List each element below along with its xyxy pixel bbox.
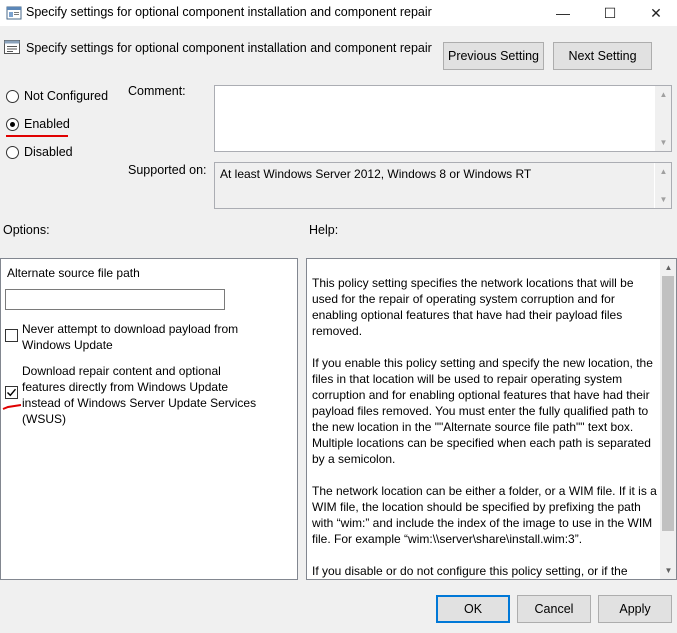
download-wu-checkbox[interactable] [5,386,18,399]
supported-on-box: At least Windows Server 2012, Windows 8 … [214,162,672,209]
policy-window-icon [6,6,22,20]
radio-label-disabled: Disabled [24,145,73,159]
alternate-source-input[interactable] [5,289,225,310]
minimize-button[interactable]: — [540,0,586,26]
help-text: This policy setting specifies the networ… [312,275,657,579]
setting-icon [4,40,20,54]
help-paragraph: If you disable or do not configure this … [312,564,628,578]
never-download-label: Never attempt to download payload from W… [22,322,239,352]
alternate-source-value [6,290,224,294]
help-paragraph: If you enable this policy setting and sp… [312,356,653,466]
radio-enabled[interactable]: Enabled [6,117,70,131]
radio-not-configured[interactable]: Not Configured [6,89,108,103]
cancel-button[interactable]: Cancel [517,595,591,623]
supported-scrollbar[interactable]: ▲ ▼ [654,163,671,208]
radio-label-enabled: Enabled [24,117,70,131]
red-annotation-mark [2,404,22,410]
options-label: Options: [3,223,50,237]
supported-on-label: Supported on: [128,163,207,177]
never-download-option[interactable]: Never attempt to download payload from W… [5,321,262,353]
help-scrollbar[interactable]: ▲ ▼ [659,259,676,579]
scroll-down-arrow-icon[interactable]: ▼ [655,134,672,151]
supported-on-value: At least Windows Server 2012, Windows 8 … [220,167,532,181]
never-download-checkbox[interactable] [5,329,18,342]
comment-scrollbar[interactable]: ▲ ▼ [654,86,671,151]
red-annotation-underline [6,135,68,137]
title-bar: Specify settings for optional component … [0,0,677,26]
previous-setting-button[interactable]: Previous Setting [443,42,544,70]
radio-circle[interactable] [6,145,19,159]
radio-circle-selected[interactable] [6,117,19,131]
help-paragraph: This policy setting specifies the networ… [312,276,634,338]
radio-disabled[interactable]: Disabled [6,145,73,159]
ok-button[interactable]: OK [436,595,510,623]
help-paragraph: The network location can be either a fol… [312,484,657,546]
comment-label: Comment: [128,84,186,98]
scroll-down-arrow-icon[interactable]: ▼ [660,562,676,579]
scroll-thumb[interactable] [662,276,674,531]
scroll-up-arrow-icon[interactable]: ▲ [660,259,676,276]
scroll-up-arrow-icon[interactable]: ▲ [655,163,672,180]
comment-textarea[interactable]: ▲ ▼ [214,85,672,152]
scroll-down-arrow-icon[interactable]: ▼ [655,191,672,208]
apply-button[interactable]: Apply [598,595,672,623]
download-wu-label: Download repair content and optional fea… [22,364,257,426]
scroll-up-arrow-icon[interactable]: ▲ [655,86,672,103]
help-panel: This policy setting specifies the networ… [306,258,677,580]
alternate-source-label: Alternate source file path [7,266,140,280]
radio-label-not-configured: Not Configured [24,89,109,103]
help-label: Help: [309,223,339,237]
options-panel: Alternate source file path Never attempt… [0,258,298,580]
maximize-button[interactable]: ☐ [587,0,633,26]
radio-circle[interactable] [6,89,19,103]
comment-value [215,86,671,92]
checkmark-icon [7,388,17,397]
next-setting-button[interactable]: Next Setting [553,42,652,70]
window-title: Specify settings for optional component … [26,5,432,19]
download-wu-option[interactable]: Download repair content and optional fea… [5,363,257,427]
close-button[interactable]: ✕ [633,0,677,26]
setting-title: Specify settings for optional component … [26,41,432,55]
